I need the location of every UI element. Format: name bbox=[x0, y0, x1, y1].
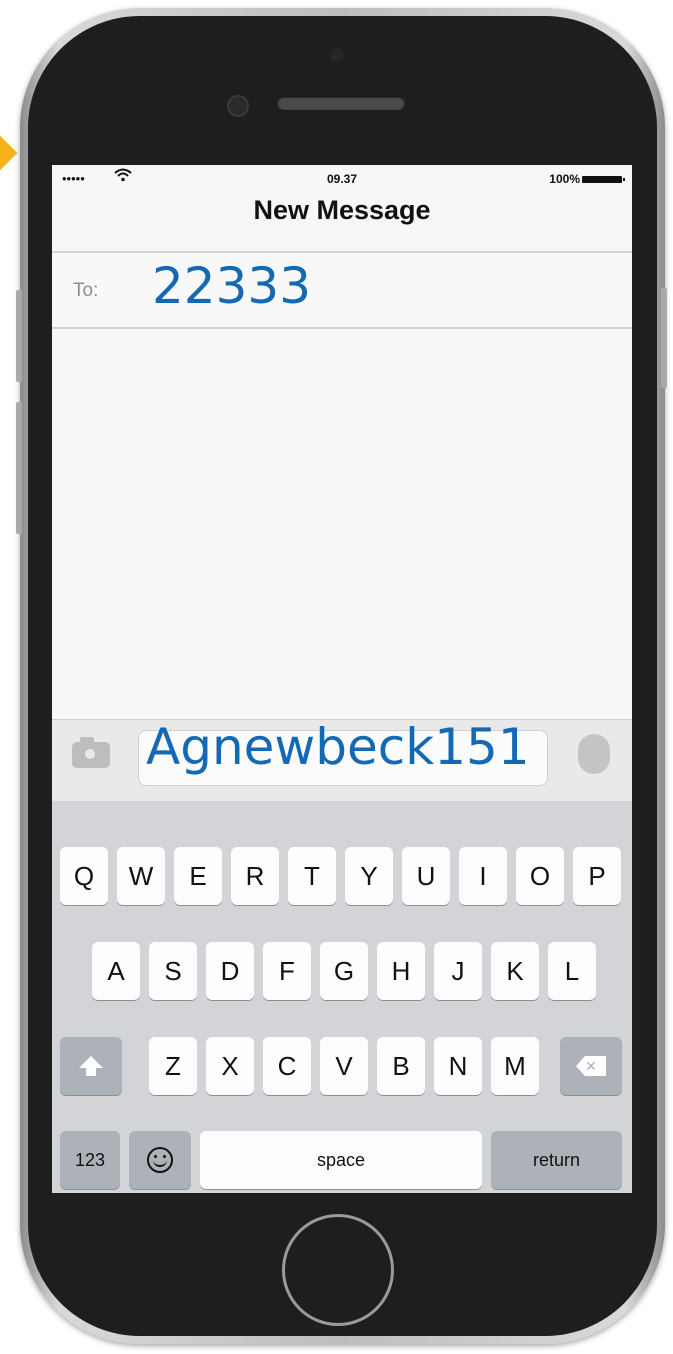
page-title: New Message bbox=[253, 195, 431, 225]
key-p[interactable]: P bbox=[573, 847, 621, 905]
home-button[interactable] bbox=[282, 1214, 394, 1326]
camera-icon[interactable] bbox=[72, 737, 110, 768]
key-d[interactable]: D bbox=[206, 942, 254, 1000]
battery-icon bbox=[582, 176, 625, 183]
key-i[interactable]: I bbox=[459, 847, 507, 905]
backspace-icon: ✕ bbox=[576, 1056, 606, 1076]
key-r[interactable]: R bbox=[231, 847, 279, 905]
key-v[interactable]: V bbox=[320, 1037, 368, 1095]
recipient-field[interactable]: To: 22333 bbox=[52, 251, 632, 329]
key-c[interactable]: C bbox=[263, 1037, 311, 1095]
volume-button bbox=[16, 402, 22, 534]
phone-screen: ••••• 09.37 100% New Message To: 22333 A… bbox=[52, 165, 632, 1193]
return-key[interactable]: return bbox=[491, 1131, 622, 1189]
backspace-key[interactable]: ✕ bbox=[560, 1037, 622, 1095]
status-time: 09.37 bbox=[326, 172, 358, 186]
key-x[interactable]: X bbox=[206, 1037, 254, 1095]
key-e[interactable]: E bbox=[174, 847, 222, 905]
recipient-value[interactable]: 22333 bbox=[152, 257, 311, 315]
key-u[interactable]: U bbox=[402, 847, 450, 905]
key-m[interactable]: M bbox=[491, 1037, 539, 1095]
recipient-label: To: bbox=[73, 280, 99, 301]
key-k[interactable]: K bbox=[491, 942, 539, 1000]
battery-percentage: 100% bbox=[549, 172, 580, 186]
mute-switch bbox=[16, 290, 22, 382]
earpiece-speaker bbox=[277, 96, 405, 110]
key-o[interactable]: O bbox=[516, 847, 564, 905]
marker-arrow bbox=[0, 134, 18, 172]
front-camera bbox=[227, 95, 249, 117]
key-g[interactable]: G bbox=[320, 942, 368, 1000]
shift-icon bbox=[79, 1056, 103, 1076]
key-y[interactable]: Y bbox=[345, 847, 393, 905]
key-z[interactable]: Z bbox=[149, 1037, 197, 1095]
shift-key[interactable] bbox=[60, 1037, 122, 1095]
key-s[interactable]: S bbox=[149, 942, 197, 1000]
compose-bar: Agnewbeck151 bbox=[52, 718, 632, 802]
key-a[interactable]: A bbox=[92, 942, 140, 1000]
emoji-key[interactable] bbox=[129, 1131, 191, 1189]
message-text: Agnewbeck151 bbox=[146, 718, 530, 776]
key-l[interactable]: L bbox=[548, 942, 596, 1000]
keyboard: Q W E R T Y U I O P A S D F G H J K L Z … bbox=[52, 801, 632, 1193]
key-b[interactable]: B bbox=[377, 1037, 425, 1095]
mic-icon[interactable] bbox=[578, 734, 610, 774]
key-f[interactable]: F bbox=[263, 942, 311, 1000]
key-w[interactable]: W bbox=[117, 847, 165, 905]
key-q[interactable]: Q bbox=[60, 847, 108, 905]
status-bar: ••••• 09.37 100% bbox=[52, 165, 632, 195]
key-h[interactable]: H bbox=[377, 942, 425, 1000]
key-n[interactable]: N bbox=[434, 1037, 482, 1095]
space-key[interactable]: space bbox=[200, 1131, 482, 1189]
key-j[interactable]: J bbox=[434, 942, 482, 1000]
power-button bbox=[661, 288, 667, 388]
emoji-icon bbox=[147, 1147, 173, 1173]
numbers-key[interactable]: 123 bbox=[60, 1131, 120, 1189]
key-t[interactable]: T bbox=[288, 847, 336, 905]
proximity-sensor bbox=[330, 48, 344, 62]
